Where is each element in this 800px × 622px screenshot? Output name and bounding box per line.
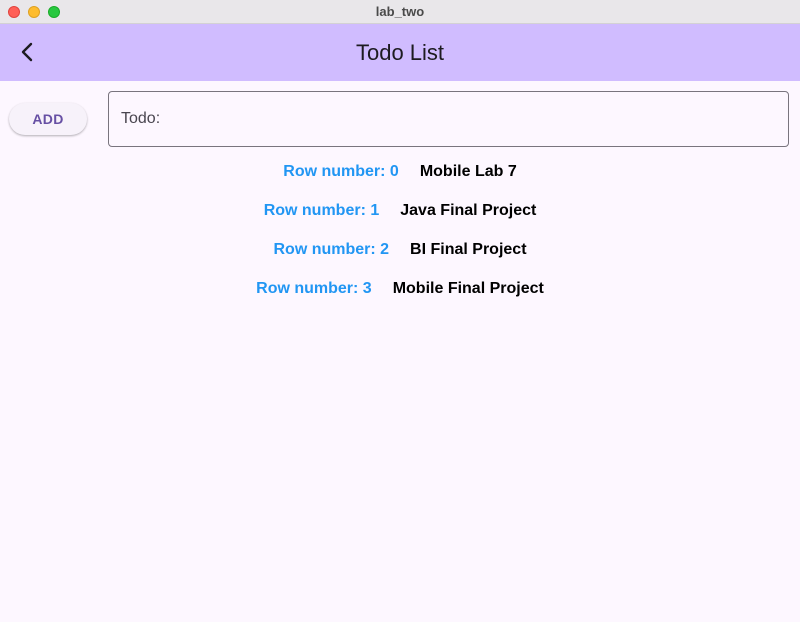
list-item: Row number: 2 BI Final Project	[0, 230, 800, 269]
page-title: Todo List	[355, 40, 445, 65]
window-title: lab_two	[375, 4, 425, 19]
todo-list: Row number: 0 Mobile Lab 7 Row number: 1…	[0, 152, 800, 308]
todo-text: Mobile Final Project	[392, 279, 544, 297]
row-number-label: Row number: 3	[256, 279, 372, 297]
todo-text: Java Final Project	[400, 201, 537, 219]
row-number-label: Row number: 0	[283, 162, 399, 180]
todo-text: BI Final Project	[410, 240, 527, 258]
app-bar: Todo List	[0, 24, 800, 81]
row-number-label: Row number: 2	[273, 240, 390, 258]
todo-input[interactable]	[108, 91, 789, 147]
todo-text: Mobile Lab 7	[419, 162, 517, 180]
window-titlebar: lab_two	[0, 0, 800, 24]
list-item: Row number: 1 Java Final Project	[0, 191, 800, 230]
list-item: Row number: 3 Mobile Final Project	[0, 269, 800, 308]
add-button[interactable]: ADD	[9, 103, 87, 135]
list-item: Row number: 0 Mobile Lab 7	[0, 152, 800, 191]
row-number-label: Row number: 1	[263, 201, 380, 219]
